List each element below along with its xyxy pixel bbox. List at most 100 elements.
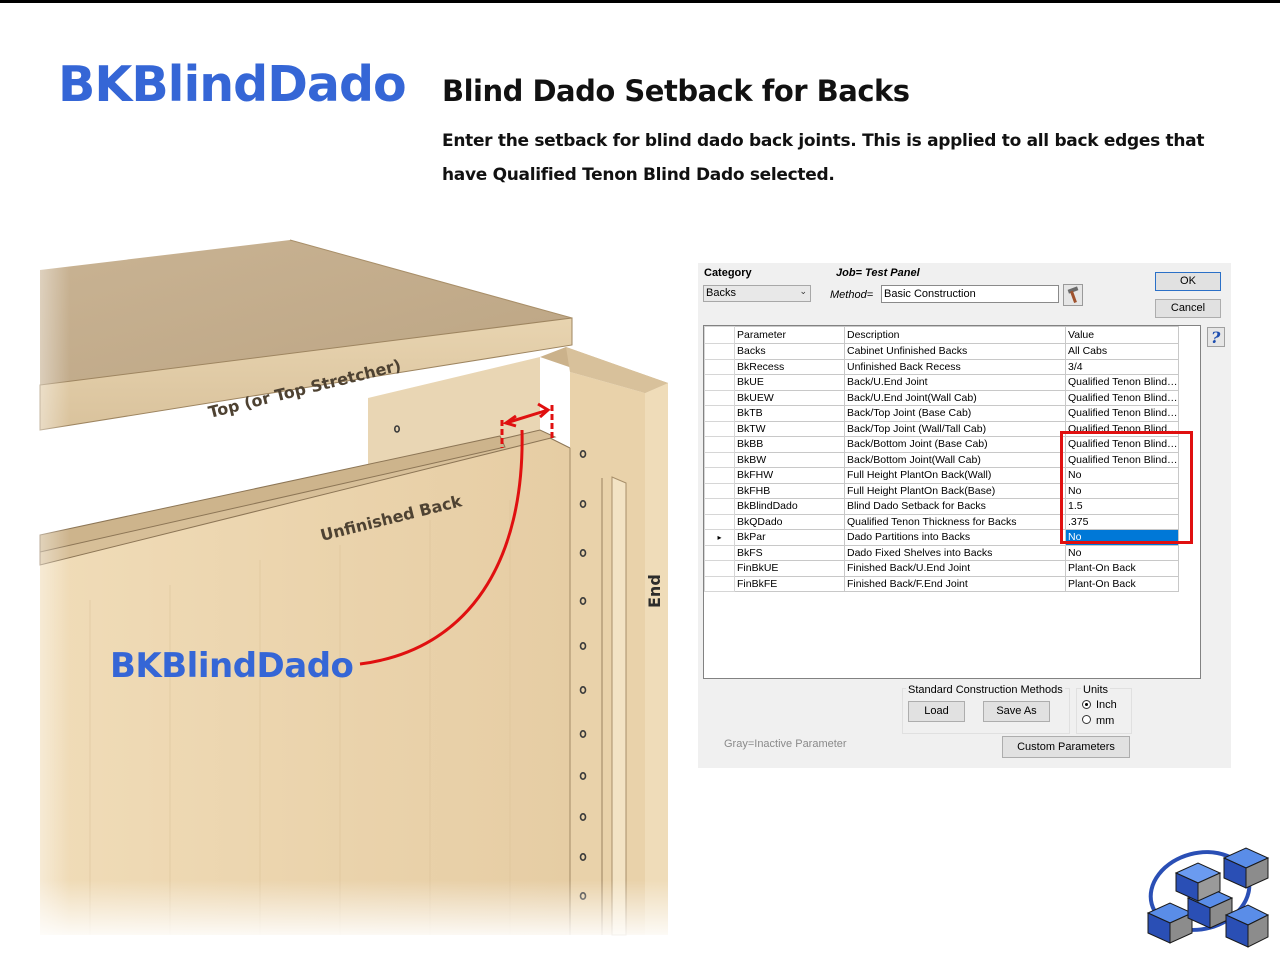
- parameter-description-cell[interactable]: Blind Dado Setback for Backs: [844, 498, 1066, 515]
- parameter-value-cell[interactable]: Plant-On Back: [1065, 560, 1179, 577]
- row-header-cell[interactable]: [704, 374, 735, 391]
- help-button[interactable]: ?: [1207, 327, 1225, 347]
- parameter-value-cell[interactable]: Qualified Tenon Blind Dado: [1065, 389, 1179, 406]
- page-subtitle: Blind Dado Setback for Backs: [442, 74, 910, 108]
- parameter-name-cell[interactable]: FinBkUE: [734, 560, 845, 577]
- category-value: Backs: [706, 287, 736, 299]
- inch-radio[interactable]: [1082, 700, 1091, 709]
- chevron-down-icon: ⌄: [799, 286, 807, 296]
- parameter-row[interactable]: BkRecess Unfinished Back Recess 3/4: [704, 358, 1179, 375]
- parameter-row[interactable]: FinBkFE Finished Back/F.End Joint Plant-On…: [704, 575, 1179, 592]
- load-button[interactable]: Load: [908, 701, 965, 722]
- parameter-description-cell[interactable]: Unfinished Back Recess: [844, 358, 1066, 375]
- parameter-row[interactable]: BkFS Dado Fixed Shelves into Backs No: [704, 544, 1179, 561]
- units-label: Units: [1081, 684, 1111, 696]
- parameter-description-cell[interactable]: Qualified Tenon Thickness for Backs: [844, 513, 1066, 530]
- parameter-description-cell[interactable]: Back/U.End Joint(Wall Cab): [844, 389, 1066, 406]
- parameter-row[interactable]: Backs Cabinet Unfinished Backs All Cabs: [704, 343, 1179, 360]
- job-label: Job= Test Panel: [836, 267, 920, 279]
- end-panel-label: End: [645, 574, 664, 608]
- parameter-description-cell[interactable]: Back/Bottom Joint (Base Cab): [844, 436, 1066, 453]
- parameter-value-cell[interactable]: 3/4: [1065, 358, 1179, 375]
- cabinet-illustration: Top (or Top Stretcher) Unfinished Back E…: [0, 230, 680, 940]
- method-hammer-button[interactable]: [1063, 284, 1083, 306]
- parameter-name-cell[interactable]: BkTB: [734, 405, 845, 422]
- parameter-value-cell[interactable]: Qualified Tenon Blind Dado: [1065, 374, 1179, 391]
- row-header-cell[interactable]: [704, 467, 735, 484]
- parameter-name-cell[interactable]: BkTW: [734, 420, 845, 437]
- method-label: Method=: [830, 289, 874, 301]
- parameter-value-cell[interactable]: All Cabs: [1065, 343, 1179, 360]
- save-as-button[interactable]: Save As: [983, 701, 1050, 722]
- parameter-row[interactable]: FinBkUE Finished Back/U.End Joint Plant-On…: [704, 560, 1179, 577]
- parameter-name-cell[interactable]: BkBW: [734, 451, 845, 468]
- row-header-cell[interactable]: [704, 513, 735, 530]
- cancel-button[interactable]: Cancel: [1155, 299, 1221, 318]
- row-header-cell[interactable]: [704, 420, 735, 437]
- page-description: Enter the setback for blind dado back jo…: [442, 131, 1205, 185]
- column-header-value[interactable]: Value: [1065, 326, 1179, 344]
- parameter-name-cell[interactable]: BkFS: [734, 544, 845, 561]
- parameter-description-cell[interactable]: Finished Back/U.End Joint: [844, 560, 1066, 577]
- parameter-name-cell[interactable]: BkBlindDado: [734, 498, 845, 515]
- parameter-description-cell[interactable]: Full Height PlantOn Back(Wall): [844, 467, 1066, 484]
- category-dropdown[interactable]: Backs ⌄: [703, 285, 811, 302]
- unfinished-back-face: [40, 438, 570, 935]
- page-title: BKBlindDado: [58, 56, 407, 113]
- row-header-cell[interactable]: [704, 451, 735, 468]
- parameter-name-cell[interactable]: BkRecess: [734, 358, 845, 375]
- parameter-name-cell[interactable]: BkFHB: [734, 482, 845, 499]
- parameter-row[interactable]: BkTB Back/Top Joint (Base Cab) Qualified T…: [704, 405, 1179, 422]
- row-header-cell[interactable]: [704, 575, 735, 592]
- parameter-value-cell[interactable]: Plant-On Back: [1065, 575, 1179, 592]
- row-header-cell[interactable]: [704, 560, 735, 577]
- parameter-name-cell[interactable]: Backs: [734, 343, 845, 360]
- parameter-row[interactable]: BkUEW Back/U.End Joint(Wall Cab) Qualified…: [704, 389, 1179, 406]
- parameter-description-cell[interactable]: Dado Fixed Shelves into Backs: [844, 544, 1066, 561]
- end-panel-front-edge: [645, 383, 668, 935]
- column-header-description[interactable]: Description: [844, 326, 1066, 344]
- parameter-description-cell[interactable]: Finished Back/F.End Joint: [844, 575, 1066, 592]
- parameter-grid[interactable]: Parameter Description Value Backs Cabinet…: [703, 325, 1201, 679]
- column-header-parameter[interactable]: Parameter: [734, 326, 845, 344]
- row-header-cell[interactable]: [704, 498, 735, 515]
- parameter-description-cell[interactable]: Back/U.End Joint: [844, 374, 1066, 391]
- method-value: Basic Construction: [884, 288, 976, 300]
- parameter-name-cell[interactable]: BkPar: [734, 529, 845, 546]
- method-field[interactable]: Basic Construction: [881, 285, 1059, 303]
- grid-header-row: Parameter Description Value: [704, 326, 1179, 344]
- row-header-cell[interactable]: [704, 389, 735, 406]
- parameter-name-cell[interactable]: BkBB: [734, 436, 845, 453]
- row-header-cell[interactable]: [704, 436, 735, 453]
- parameter-name-cell[interactable]: BkUEW: [734, 389, 845, 406]
- parameter-description-cell[interactable]: Back/Top Joint (Base Cab): [844, 405, 1066, 422]
- parameters-dialog: Category Backs ⌄ Job= Test Panel Method=…: [698, 263, 1231, 768]
- row-header-cell[interactable]: [704, 358, 735, 375]
- svg-text:?: ?: [1211, 328, 1221, 346]
- end-groove: [611, 476, 627, 936]
- parameter-description-cell[interactable]: Cabinet Unfinished Backs: [844, 343, 1066, 360]
- parameter-row[interactable]: BkUE Back/U.End Joint Qualified Tenon Blin…: [704, 374, 1179, 391]
- parameter-name-cell[interactable]: FinBkFE: [734, 575, 845, 592]
- parameter-description-cell[interactable]: Back/Bottom Joint(Wall Cab): [844, 451, 1066, 468]
- row-header-cell[interactable]: [704, 482, 735, 499]
- hammer-icon: [1067, 286, 1079, 303]
- question-mark-icon: ?: [1211, 328, 1221, 347]
- parameter-description-cell[interactable]: Back/Top Joint (Wall/Tall Cab): [844, 420, 1066, 437]
- parameter-description-cell[interactable]: Full Height PlantOn Back(Base): [844, 482, 1066, 499]
- standard-methods-label: Standard Construction Methods: [906, 684, 1065, 696]
- mm-radio[interactable]: [1082, 715, 1091, 724]
- parameter-name-cell[interactable]: BkUE: [734, 374, 845, 391]
- parameter-value-cell[interactable]: No: [1065, 544, 1179, 561]
- company-logo: [1146, 847, 1270, 948]
- parameter-value-cell[interactable]: Qualified Tenon Blind Dado: [1065, 405, 1179, 422]
- row-header-cell[interactable]: [704, 343, 735, 360]
- parameter-name-cell[interactable]: BkFHW: [734, 467, 845, 484]
- ok-button[interactable]: OK: [1155, 272, 1221, 291]
- parameter-description-cell[interactable]: Dado Partitions into Backs: [844, 529, 1066, 546]
- row-header-cell[interactable]: [704, 544, 735, 561]
- custom-parameters-button[interactable]: Custom Parameters: [1002, 736, 1130, 758]
- parameter-name-cell[interactable]: BkQDado: [734, 513, 845, 530]
- row-header-cell[interactable]: ▸: [704, 529, 735, 546]
- row-header-cell[interactable]: [704, 405, 735, 422]
